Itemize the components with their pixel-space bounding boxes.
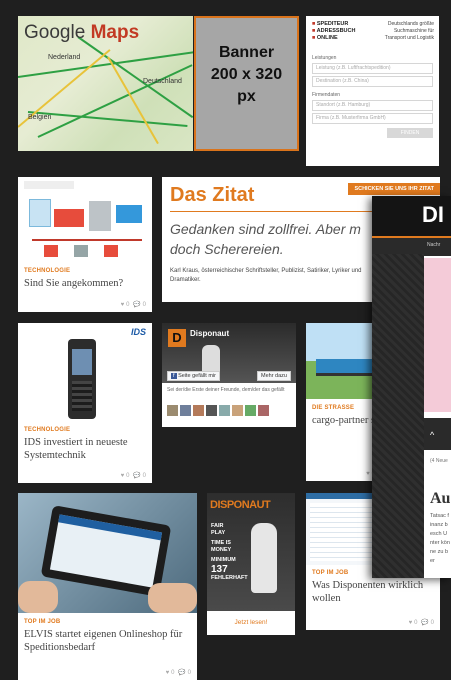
chevron-up-icon[interactable]: ^ <box>430 430 434 440</box>
map-title: Google Maps <box>24 22 139 44</box>
overlay-pattern <box>372 254 424 578</box>
avatar <box>180 405 191 416</box>
banner-line3: px <box>237 88 256 105</box>
tile-headline[interactable]: Sind Sie angekommen? <box>24 277 146 290</box>
spediteur-tagline: Deutschlands größte Suchmaschine für Tra… <box>384 21 434 41</box>
tile-category: Technologie <box>24 268 71 274</box>
avatar <box>245 405 256 416</box>
tile-headline[interactable]: ELVIS startet eigenen Onlineshop für Spe… <box>24 628 191 654</box>
facebook-icon: f <box>171 373 177 379</box>
comment-icon[interactable]: 💬 <box>133 302 140 308</box>
tile-meta: ♥ 0 💬 0 <box>165 670 191 676</box>
comment-icon[interactable]: 💬 <box>178 670 185 676</box>
tile-meta: ♥ 0 💬 0 <box>120 302 146 308</box>
heart-icon[interactable]: ♥ <box>409 620 413 626</box>
overlay-article-text: Tatsac finanz besch Unter könne zu ber <box>430 513 450 564</box>
facebook-like-button[interactable]: f Seite gefällt mir <box>167 371 220 381</box>
article-tile-elvis[interactable]: TOP IM JOB ELVIS startet eigenen Onlines… <box>18 493 197 680</box>
banner-placeholder[interactable]: Banner 200 x 320 px <box>194 16 299 151</box>
section-leistungen: Leistungen <box>312 55 337 61</box>
article-tile-ids[interactable]: IDS Technologie IDS investiert in neuest… <box>18 323 152 483</box>
article-tile-cargo-partner[interactable]: DIE STRASSE cargo-partner st Carrier Pla… <box>306 323 381 481</box>
magazine-tile[interactable]: DISPONAUT FAIR PLAY TIME IS MONEY MINIMU… <box>207 493 295 635</box>
tile-category: Technologie <box>24 427 71 433</box>
avatar <box>167 405 178 416</box>
heart-icon[interactable]: ♥ <box>166 670 170 676</box>
overlay-logo: DI <box>422 202 444 227</box>
infographic-image <box>24 181 146 261</box>
facebook-more-button[interactable]: Mehr dazu <box>257 371 291 381</box>
facebook-widget: D Disponaut f Seite gefällt mir Mehr daz… <box>162 323 296 427</box>
spediteur-search-widget: ■ SPEDITEUR ■ ADRESSBUCH ■ ONLINE Deutsc… <box>306 16 439 166</box>
comment-icon[interactable]: 💬 <box>421 620 428 626</box>
overlay-article-title[interactable]: Au <box>430 490 450 508</box>
tile-category: TOP IM JOB <box>24 619 61 625</box>
heart-icon[interactable]: ♥ <box>121 473 125 479</box>
zitat-quote: Gedanken sind zollfrei. Aber m doch Sche… <box>170 221 361 257</box>
avatar <box>206 405 217 416</box>
disponaut-logo: D <box>168 329 186 347</box>
section-firmendaten: Firmendaten <box>312 92 341 98</box>
map-label-deutschland: Deutschland <box>143 78 182 85</box>
leistung-input[interactable]: Leistung (z.B. Luftfrachtspedition) <box>312 63 433 74</box>
map-label-nederland: Nederland <box>48 54 81 61</box>
avatar <box>219 405 230 416</box>
firma-input[interactable]: Firma (z.B. Musterfirma GmbH) <box>312 113 433 124</box>
overlay-dark-band: ^ <box>424 418 451 450</box>
comment-icon[interactable]: 💬 <box>133 473 140 479</box>
train-image <box>306 323 381 399</box>
overlay-ad-pink <box>424 258 451 412</box>
ids-logo: IDS <box>130 327 146 337</box>
tile-meta: ♥ 0 💬 0 <box>408 620 434 626</box>
tile-meta: ♥ 0 💬 0 <box>120 473 146 479</box>
standort-input[interactable]: Standort (z.B. Hamburg) <box>312 100 433 111</box>
tile-headline[interactable]: cargo-partner st Carrier Platform <box>312 414 381 427</box>
heart-icon[interactable]: ♥ <box>121 302 125 308</box>
banner-line2: 200 x 320 <box>210 66 283 83</box>
tile-headline[interactable]: IDS investiert in neueste Systemtechnik <box>24 436 146 462</box>
overlay-nav: Nachr <box>372 236 451 256</box>
magazine-read-link[interactable]: Jetzt lesen! <box>207 619 295 626</box>
map-title-google: Google <box>24 22 86 43</box>
avatar <box>193 405 204 416</box>
zitat-author: Karl Kraus, österreichischer Schriftstel… <box>170 268 362 283</box>
article-tile-angekommen[interactable]: Technologie Sind Sie angekommen? ♥ 0 💬 0 <box>18 177 152 312</box>
scanner-device-image <box>68 339 96 419</box>
banner-line1: Banner <box>218 44 275 61</box>
map-title-maps: Maps <box>90 22 140 43</box>
mobile-preview-overlay[interactable]: DI Nachr ^ (4 Neue Au Tatsac finanz besc… <box>372 196 451 578</box>
overlay-article-cat: (4 Neue <box>430 458 448 464</box>
map-label-belgien: Belgien <box>28 114 52 121</box>
magazine-title: DISPONAUT <box>210 499 271 511</box>
spediteur-logo: ■ SPEDITEUR ■ ADRESSBUCH ■ ONLINE <box>312 21 356 41</box>
magazine-cover: DISPONAUT FAIR PLAY TIME IS MONEY MINIMU… <box>207 493 295 611</box>
zitat-submit-button[interactable]: SCHICKEN SIE UNS IHR ZITAT <box>348 183 440 195</box>
facebook-friends-avatars <box>167 405 269 416</box>
overlay-nav-item[interactable]: Nachr <box>427 242 440 248</box>
facebook-page-name[interactable]: Disponaut <box>190 329 229 338</box>
tablet-photo <box>18 493 197 613</box>
astronaut-figure <box>251 523 277 593</box>
google-maps-tile[interactable]: Google Maps Deutschland Belgien Nederlan… <box>18 16 193 151</box>
destination-input[interactable]: Destination (z.B. China) <box>312 76 433 87</box>
avatar <box>232 405 243 416</box>
tile-headline[interactable]: Was Disponenten wirklich wollen <box>312 579 434 605</box>
zitat-title: Das Zitat <box>170 184 255 206</box>
avatar <box>258 405 269 416</box>
heart-icon[interactable]: ♥ <box>366 471 370 477</box>
tile-category: DIE STRASSE <box>312 405 355 411</box>
facebook-friends-text: Sei der/die Erste deiner Freunde, dem/de… <box>167 387 285 393</box>
finden-button[interactable]: FINDEN <box>387 128 433 138</box>
